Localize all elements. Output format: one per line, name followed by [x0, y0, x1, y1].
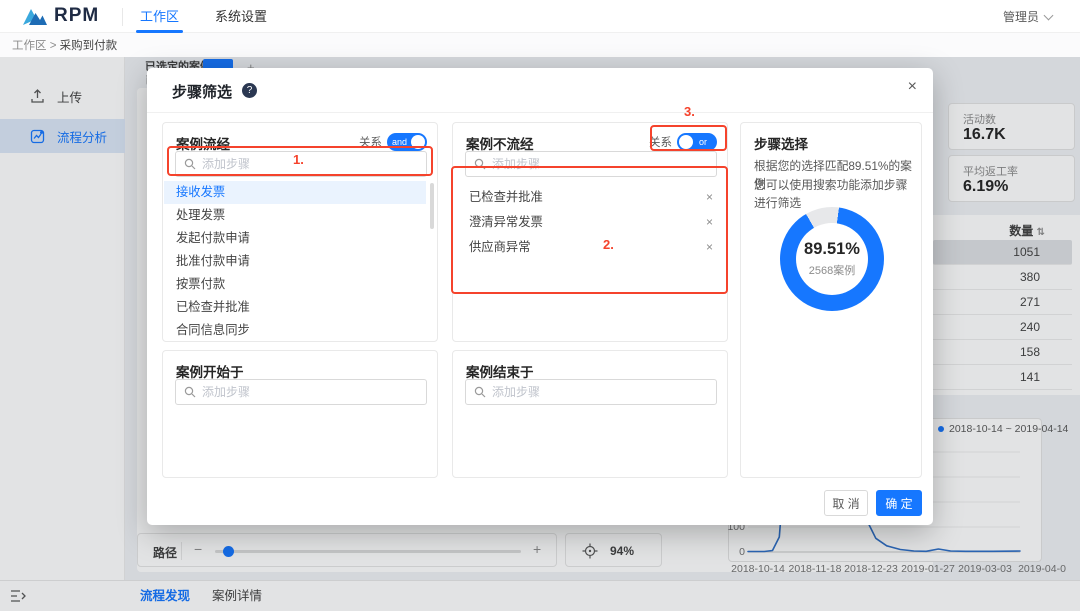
selected-step-label: 供应商异常: [469, 235, 531, 260]
donut-case-count: 2568案例: [741, 262, 923, 278]
not-flow-search-input[interactable]: [492, 157, 708, 171]
selected-step-label: 澄清异常发票: [469, 210, 543, 235]
cancel-button[interactable]: 取 消: [824, 490, 868, 516]
donut-percent: 89.51%: [741, 240, 923, 259]
selected-step-row: 已检查并批准 ×: [453, 185, 727, 210]
panel-title: 案例流经: [176, 133, 230, 153]
step-option[interactable]: 批准付款申请: [164, 250, 426, 273]
toggle-state-label: or: [699, 137, 707, 147]
step-option[interactable]: 合同信息同步: [164, 319, 426, 341]
panel-title: 案例结束于: [466, 361, 534, 381]
selected-step-row: 澄清异常发票 ×: [453, 210, 727, 235]
top-header: RPM 工作区 系统设置 管理员: [0, 0, 1080, 33]
step-option[interactable]: 按票付款: [164, 273, 426, 296]
step-option[interactable]: 处理发票: [164, 204, 426, 227]
help-icon[interactable]: ?: [242, 83, 257, 98]
toggle-state-label: and: [392, 137, 407, 147]
modal-title-divider: [147, 112, 933, 113]
panel-not-flow-through: 案例不流经 关系 or 已检查并批准 × 澄清异常发票 × 供应商异常 ×: [452, 122, 728, 342]
nav-tab-system-settings[interactable]: 系统设置: [215, 0, 267, 33]
user-name: 管理员: [1003, 8, 1039, 25]
relation-toggle-and[interactable]: and: [387, 133, 427, 151]
starts-search-input[interactable]: [202, 385, 418, 399]
relation-toggle-or[interactable]: or: [677, 133, 717, 151]
ends-search-input[interactable]: [492, 385, 708, 399]
breadcrumb: 工作区 > 采购到付款: [12, 37, 117, 53]
app-logo: RPM: [22, 5, 99, 27]
close-icon[interactable]: ×: [908, 78, 917, 96]
panel-step-selection: 步骤选择 根据您的选择匹配89.51%的案例 您可以使用搜索功能添加步骤进行筛选…: [740, 122, 922, 478]
list-scrollbar[interactable]: [430, 183, 434, 229]
breadcrumb-workspace[interactable]: 工作区: [12, 40, 47, 52]
breadcrumb-bar: 工作区 > 采购到付款: [0, 33, 1080, 57]
step-option[interactable]: 发起付款申请: [164, 227, 426, 250]
toggle-knob: [411, 135, 425, 149]
breadcrumb-separator: >: [50, 40, 60, 52]
remove-step-icon[interactable]: ×: [706, 210, 713, 235]
panel-title: 步骤选择: [754, 133, 808, 153]
panel-title: 案例不流经: [466, 133, 534, 153]
remove-step-icon[interactable]: ×: [706, 235, 713, 260]
flow-search-input[interactable]: [202, 157, 418, 171]
relation-label: 关系: [649, 134, 672, 150]
nav-tab-workspace[interactable]: 工作区: [140, 0, 179, 33]
mountain-logo-icon: [22, 6, 48, 26]
user-menu[interactable]: 管理员: [1003, 0, 1052, 33]
header-divider: [122, 8, 123, 26]
modal-title: 步骤筛选: [172, 81, 232, 102]
donut-center: 89.51% 2568案例: [741, 207, 923, 278]
search-icon: [474, 386, 486, 398]
step-option[interactable]: 已检查并批准: [164, 296, 426, 319]
toggle-knob: [679, 135, 693, 149]
relation-label: 关系: [359, 134, 382, 150]
step-option-list: 接收发票 处理发票 发起付款申请 批准付款申请 按票付款 已检查并批准 合同信息…: [164, 181, 426, 341]
panel-case-ends: 案例结束于: [452, 350, 728, 478]
step-filter-modal: 步骤筛选 ? × 案例流经 关系 and 接收发票 处理发票 发起付款申请 批准…: [147, 68, 933, 525]
panel-title: 案例开始于: [176, 361, 244, 381]
search-icon: [184, 386, 196, 398]
search-icon: [184, 158, 196, 170]
chevron-down-icon: [1044, 10, 1054, 20]
selected-step-label: 已检查并批准: [469, 185, 543, 210]
breadcrumb-current: 采购到付款: [60, 40, 118, 52]
panel-case-starts: 案例开始于: [162, 350, 438, 478]
logo-text: RPM: [54, 5, 99, 27]
confirm-button[interactable]: 确 定: [876, 490, 922, 516]
not-flow-search-box: [465, 151, 717, 177]
remove-step-icon[interactable]: ×: [706, 185, 713, 210]
panel-flow-through: 案例流经 关系 and 接收发票 处理发票 发起付款申请 批准付款申请 按票付款…: [162, 122, 438, 342]
ends-search-box: [465, 379, 717, 405]
selected-step-row: 供应商异常 ×: [453, 235, 727, 260]
search-icon: [474, 158, 486, 170]
step-option[interactable]: 接收发票: [164, 181, 426, 204]
flow-search-box: [175, 151, 427, 177]
starts-search-box: [175, 379, 427, 405]
